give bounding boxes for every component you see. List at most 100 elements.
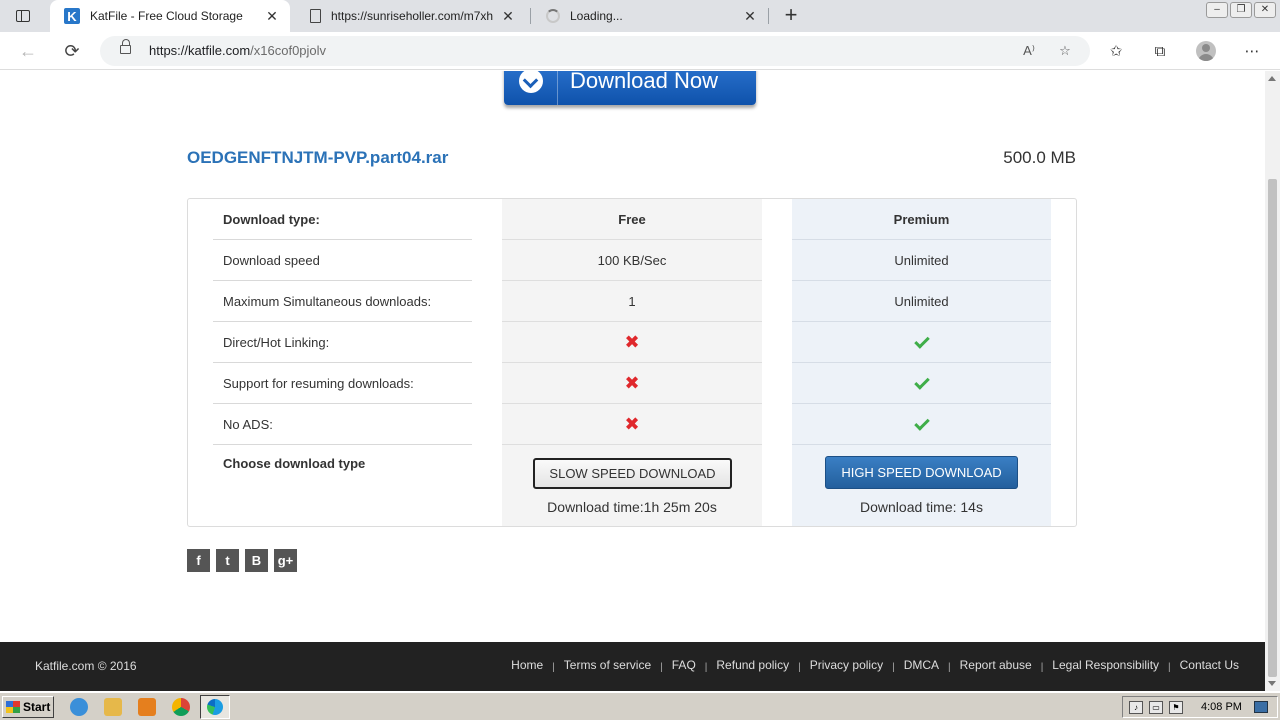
network-icon[interactable]: ▭ — [1149, 700, 1163, 714]
free-value: 1 — [628, 294, 636, 309]
back-button[interactable]: ← — [16, 40, 40, 62]
restore-button[interactable]: ❐ — [1230, 2, 1252, 18]
lock-icon[interactable] — [120, 39, 131, 54]
table-header-row: Download type: Free Premium — [213, 199, 1051, 240]
row-label: No ADS: — [223, 417, 273, 432]
tab-close-icon[interactable]: ✕ — [496, 8, 520, 25]
table-row: Support for resuming downloads: ✖ — [213, 363, 1051, 404]
table-row: Direct/Hot Linking: ✖ — [213, 322, 1051, 363]
tab-separator — [530, 8, 531, 24]
row-label: Direct/Hot Linking: — [223, 335, 330, 350]
edge-taskbar-button[interactable] — [200, 695, 230, 719]
reload-button[interactable]: ⟳ — [60, 40, 84, 62]
volume-icon[interactable]: ♪ — [1129, 700, 1143, 714]
footer-link-dmca[interactable]: DMCA — [904, 658, 939, 672]
minimize-button[interactable]: – — [1206, 2, 1228, 18]
tab-title: Loading... — [570, 9, 623, 23]
page-viewport: Download Now OEDGENFTNJTM-PVP.part04.rar… — [0, 71, 1265, 691]
high-speed-download-button[interactable]: HIGH SPEED DOWNLOAD — [825, 456, 1018, 489]
new-tab-button[interactable]: + — [778, 4, 804, 28]
scroll-up-icon[interactable] — [1268, 76, 1276, 81]
premium-download-time: Download time: 14s — [860, 499, 983, 515]
file-name: OEDGENFTNJTM-PVP.part04.rar — [187, 148, 449, 167]
download-now-label: Download Now — [570, 71, 718, 93]
footer-link-faq[interactable]: FAQ — [672, 658, 696, 672]
tab-separator — [768, 8, 769, 24]
premium-value — [792, 404, 1051, 445]
add-favorite-icon[interactable]: ☆ — [1054, 41, 1076, 61]
more-menu-icon[interactable]: ⋯ — [1240, 41, 1264, 63]
action-center-flag-icon[interactable]: ⚑ — [1169, 700, 1183, 714]
slow-speed-download-button[interactable]: SLOW SPEED DOWNLOAD — [533, 458, 732, 489]
internet-explorer-icon[interactable] — [70, 698, 88, 716]
google-plus-icon[interactable]: g+ — [274, 549, 297, 572]
twitter-icon[interactable]: t — [216, 549, 239, 572]
collections-icon[interactable]: ⧉ — [1148, 41, 1172, 63]
row-label: Download speed — [223, 253, 320, 268]
footer-separator: | — [552, 661, 555, 673]
start-button[interactable]: Start — [2, 696, 54, 718]
windows-logo-icon — [6, 701, 20, 713]
free-value: ✖ — [502, 322, 762, 363]
tab-katfile[interactable]: K KatFile - Free Cloud Storage ✕ — [50, 0, 290, 32]
cross-icon: ✖ — [624, 332, 640, 352]
social-share-buttons: f t B g+ — [187, 549, 297, 572]
footer-link-refund[interactable]: Refund policy — [716, 658, 789, 672]
vk-icon[interactable]: B — [245, 549, 268, 572]
tab-sunriseholler[interactable]: https://sunriseholler.com/m7xh ✕ — [294, 0, 526, 32]
start-label: Start — [23, 700, 51, 714]
tab-loading[interactable]: Loading... ✕ — [532, 0, 768, 32]
footer-link-legal[interactable]: Legal Responsibility — [1052, 658, 1159, 672]
tab-actions-button[interactable] — [10, 6, 36, 26]
close-window-button[interactable]: ✕ — [1254, 2, 1276, 18]
tab-title: https://sunriseholler.com/m7xh — [331, 9, 494, 23]
facebook-icon[interactable]: f — [187, 549, 210, 572]
footer-link-contact[interactable]: Contact Us — [1180, 658, 1239, 672]
premium-value — [792, 322, 1051, 363]
download-now-button[interactable]: Download Now — [504, 71, 756, 105]
show-desktop-icon[interactable] — [1253, 701, 1268, 713]
system-tray: ♪ ▭ ⚑ 4:08 PM — [1122, 696, 1278, 718]
header-label: Download type: — [223, 212, 320, 227]
url-text[interactable]: https://katfile.com/x16cof0pjolv — [149, 43, 326, 58]
read-aloud-icon[interactable]: A⁾ — [1018, 41, 1040, 61]
footer-separator: | — [1040, 661, 1044, 673]
footer-separator: | — [704, 661, 708, 673]
media-player-icon[interactable] — [138, 698, 156, 716]
clock[interactable]: 4:08 PM — [1201, 701, 1242, 713]
table-row: No ADS: ✖ — [213, 404, 1051, 445]
footer-link-report-abuse[interactable]: Report abuse — [960, 658, 1032, 672]
check-icon — [913, 373, 930, 390]
free-value: 100 KB/Sec — [597, 253, 667, 268]
footer-link-privacy[interactable]: Privacy policy — [810, 658, 883, 672]
favorites-icon[interactable]: ✩ — [1104, 41, 1128, 63]
browser-toolbar: ← ⟳ https://katfile.com/x16cof0pjolv A⁾ … — [0, 32, 1280, 70]
footer-link-home[interactable]: Home — [511, 658, 543, 672]
free-download-time: Download time:1h 25m 20s — [547, 499, 717, 515]
footer-link-terms[interactable]: Terms of service — [564, 658, 651, 672]
header-free: Free — [618, 212, 646, 227]
chrome-icon[interactable] — [172, 698, 190, 716]
download-comparison-table: Download type: Free Premium Download spe… — [187, 198, 1077, 527]
download-arrow-icon — [504, 71, 558, 105]
browser-tab-strip: K KatFile - Free Cloud Storage ✕ https:/… — [0, 0, 1280, 32]
url-host: https://katfile.com — [149, 43, 251, 58]
file-explorer-icon[interactable] — [104, 698, 122, 716]
premium-value: Unlimited — [894, 253, 949, 268]
tab-actions-icon — [16, 10, 30, 22]
scroll-thumb[interactable] — [1268, 179, 1277, 677]
tab-close-icon[interactable]: ✕ — [738, 8, 762, 25]
footer-separator: | — [798, 661, 801, 673]
page-scrollbar[interactable] — [1265, 71, 1280, 691]
cross-icon: ✖ — [624, 414, 640, 434]
footer-separator: | — [892, 661, 895, 673]
page-favicon-icon — [310, 9, 321, 23]
tab-close-icon[interactable]: ✕ — [260, 8, 284, 25]
address-bar[interactable]: https://katfile.com/x16cof0pjolv A⁾ ☆ — [100, 36, 1090, 66]
premium-value: Unlimited — [894, 294, 949, 309]
premium-value — [792, 363, 1051, 404]
choose-download-type-label: Choose download type — [223, 456, 366, 471]
scroll-down-icon[interactable] — [1268, 681, 1276, 686]
windows-taskbar: Start ♪ ▭ ⚑ 4:08 PM — [0, 692, 1280, 720]
profile-avatar[interactable] — [1196, 41, 1216, 61]
